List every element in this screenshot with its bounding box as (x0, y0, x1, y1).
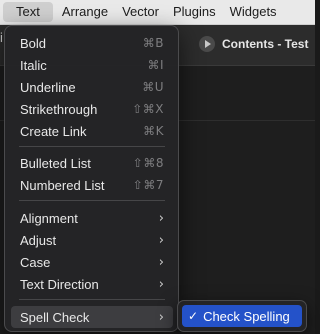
menu-item-label: Case (20, 254, 51, 270)
submenu-item-label: Check Spelling (203, 308, 290, 324)
submenu-item-check-spelling[interactable]: ✓ Check Spelling (182, 305, 302, 327)
shortcut-label: ⌘K (143, 124, 164, 138)
menu-item-label: Italic (20, 57, 47, 73)
menu-item-label: Adjust (20, 232, 57, 248)
menu-separator (19, 299, 165, 300)
menubar-item-plugins[interactable]: Plugins (166, 0, 223, 24)
menu-separator (19, 200, 165, 201)
checkmark-icon: ✓ (188, 309, 199, 323)
shortcut-label: ⇧⌘X (132, 102, 164, 116)
menu-item-strikethrough[interactable]: Strikethrough ⇧⌘X (11, 98, 173, 120)
shortcut-label: ⌘I (147, 58, 164, 72)
menubar-item-widgets[interactable]: Widgets (223, 0, 284, 24)
menu-item-bulleted-list[interactable]: Bulleted List ⇧⌘8 (11, 152, 173, 174)
menu-separator (19, 146, 165, 147)
menu-item-label: Create Link (20, 123, 87, 139)
chevron-right-icon: › (158, 276, 164, 292)
menu-item-label: Bold (20, 35, 47, 51)
menu-item-alignment[interactable]: Alignment › (11, 207, 173, 229)
menu-item-label: Numbered List (20, 177, 105, 193)
menu-item-label: Underline (20, 79, 76, 95)
chevron-right-icon: › (158, 254, 164, 270)
chevron-right-icon: › (158, 232, 164, 248)
menu-bar: Text Arrange Vector Plugins Widgets (0, 0, 315, 25)
menubar-item-text[interactable]: Text (3, 2, 53, 22)
menu-item-label: Strikethrough (20, 101, 98, 117)
menu-item-numbered-list[interactable]: Numbered List ⇧⌘7 (11, 174, 173, 196)
shortcut-label: ⇧⌘8 (132, 156, 164, 170)
partial-label: i (0, 30, 3, 45)
menu-item-underline[interactable]: Underline ⌘U (11, 76, 173, 98)
menu-item-label: Text Direction (20, 276, 99, 292)
file-title: Contents - Test (222, 37, 309, 51)
play-icon[interactable] (199, 36, 215, 52)
shortcut-label: ⇧⌘7 (132, 178, 164, 192)
shortcut-label: ⌘B (142, 36, 164, 50)
menubar-item-arrange[interactable]: Arrange (55, 0, 115, 24)
shortcut-label: ⌘U (142, 80, 164, 94)
menu-item-label: Bulleted List (20, 155, 91, 171)
menu-item-italic[interactable]: Italic ⌘I (11, 54, 173, 76)
chevron-right-icon: › (158, 309, 164, 325)
menu-item-label: Spell Check (20, 309, 90, 325)
spell-check-submenu: ✓ Check Spelling (177, 300, 307, 332)
menu-item-case[interactable]: Case › (11, 251, 173, 273)
menu-item-label: Alignment (20, 210, 78, 226)
text-menu: Bold ⌘B Italic ⌘I Underline ⌘U Strikethr… (4, 25, 179, 332)
file-title-area[interactable]: Contents - Test (199, 34, 308, 54)
menu-item-bold[interactable]: Bold ⌘B (11, 32, 173, 54)
menubar-item-vector[interactable]: Vector (115, 0, 166, 24)
menu-item-spell-check[interactable]: Spell Check › (11, 306, 173, 328)
chevron-right-icon: › (158, 210, 164, 226)
menu-item-adjust[interactable]: Adjust › (11, 229, 173, 251)
menu-item-create-link[interactable]: Create Link ⌘K (11, 120, 173, 142)
menu-item-text-direction[interactable]: Text Direction › (11, 273, 173, 295)
